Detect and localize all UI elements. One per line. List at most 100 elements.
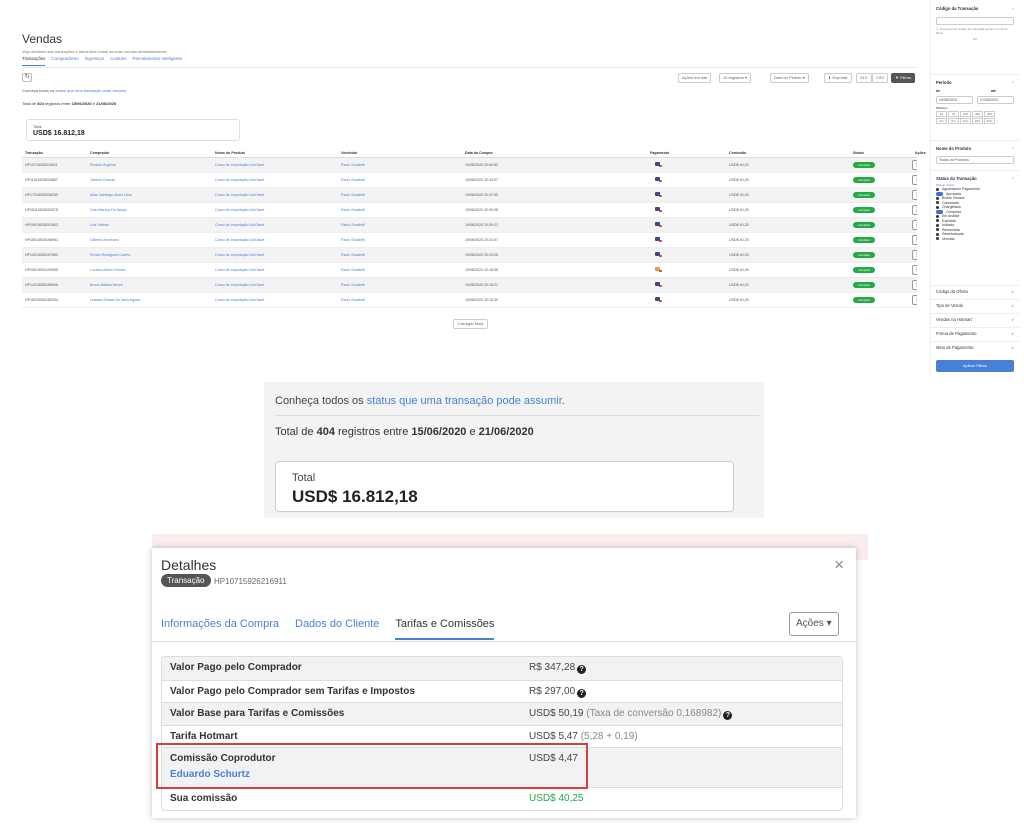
buyer-link[interactable]: Leandro Rafael De Melo Aguiar	[87, 292, 212, 308]
toggle-on-icon[interactable]	[936, 210, 943, 214]
buyer-link[interactable]: Luiz Velloso	[87, 217, 212, 233]
radio-dot-icon[interactable]	[936, 214, 939, 218]
tab-parcelamento[interactable]: Parcelamento Inteligente	[132, 56, 182, 66]
period-chip[interactable]: 30d	[972, 111, 983, 117]
actions-dropdown[interactable]: Ações ▾	[789, 612, 839, 636]
refresh-button[interactable]: ↻	[22, 73, 32, 82]
radio-dot-icon[interactable]	[936, 201, 939, 205]
chevron-up-icon[interactable]: ^	[1012, 176, 1014, 181]
product-link[interactable]: Curso de Importação UniOsset	[212, 292, 338, 308]
product-link[interactable]: Curso de Importação UniOsset	[212, 187, 338, 203]
order-date-select[interactable]: Data do Pedido ▾	[770, 73, 809, 83]
buyer-link[interactable]: Luciano Abreu Gomes	[87, 262, 212, 278]
apply-filters-button[interactable]: Aplicar Filtros	[936, 360, 1014, 372]
period-chip[interactable]: 18m	[972, 118, 983, 124]
status-info-link-zoom[interactable]: status que uma transação pode assumir	[367, 395, 562, 407]
radio-dot-icon[interactable]	[936, 232, 939, 236]
seller-link[interactable]: Paulo Socaletti	[338, 157, 462, 173]
csv-button[interactable]: CSV	[872, 73, 889, 83]
bulk-actions-button[interactable]: Ações em lote	[678, 73, 712, 83]
chevron-down-icon[interactable]: ∨	[1011, 289, 1014, 294]
close-icon[interactable]: ×	[834, 555, 844, 575]
chevron-down-icon[interactable]: ∨	[1011, 317, 1014, 322]
filters-button[interactable]: ▼ Filtros	[891, 73, 915, 83]
tab-informacoes-compra[interactable]: Informações da Compra	[161, 618, 279, 640]
table-row[interactable]: HP10715926216911 Ricardo Argenta Curso de …	[22, 157, 917, 173]
table-row[interactable]: HP17315926208259 Allan Santiago Alves Lim…	[22, 187, 917, 203]
table-row[interactable]: HP18515926198961 Gilberto Anomano Curso de…	[22, 232, 917, 248]
period-chip[interactable]: 15d	[960, 111, 971, 117]
seller-link[interactable]: Paulo Socaletti	[338, 172, 462, 188]
transaction-code-input[interactable]	[936, 17, 1014, 25]
radio-dot-icon[interactable]	[936, 205, 939, 209]
seller-link[interactable]: Paulo Socaletti	[338, 232, 462, 248]
chevron-down-icon[interactable]: ∨	[1011, 303, 1014, 308]
collapsed-filter[interactable]: Meio de Pagamento ∨	[936, 345, 1014, 350]
buyer-link[interactable]: Bruno Batista Neves	[87, 277, 212, 293]
buyer-link[interactable]: Renan Rodrigues Coelho	[87, 247, 212, 263]
row-menu-icon[interactable]: ⋮	[912, 174, 917, 185]
product-link[interactable]: Curso de Importação UniOsset	[212, 202, 338, 218]
seller-link[interactable]: Paulo Socaletti	[338, 202, 462, 218]
buyer-link[interactable]: Yasmin Chavali	[87, 172, 212, 188]
chevron-up-icon[interactable]: ^	[1012, 80, 1014, 85]
chevron-up-icon[interactable]: ^	[1012, 146, 1014, 151]
product-link[interactable]: Curso de Importação UniOsset	[212, 232, 338, 248]
tab-transacoes[interactable]: Transações	[22, 56, 46, 66]
row-menu-icon[interactable]: ⋮	[912, 189, 917, 200]
chevron-down-icon[interactable]: ∨	[1011, 345, 1014, 350]
radio-dot-icon[interactable]	[936, 228, 939, 232]
radio-dot-icon[interactable]	[936, 219, 939, 223]
product-link[interactable]: Curso de Importação UniOsset	[212, 247, 338, 263]
collapsed-filter[interactable]: Tipo de Venda ∨	[936, 303, 1014, 308]
status-option[interactable]: Vencida	[936, 237, 1014, 242]
seller-link[interactable]: Paulo Socaletti	[338, 247, 462, 263]
collapsed-filter[interactable]: Vendas na Hotmart ∨	[936, 317, 1014, 322]
question-icon[interactable]: ?	[577, 665, 587, 674]
table-row[interactable]: HP16915926185394 Leandro Rafael De Melo A…	[22, 292, 917, 308]
tab-cookies[interactable]: Cookies	[110, 56, 126, 66]
records-per-page-select[interactable]: 10 registros ▾	[719, 73, 752, 83]
table-row[interactable]: HP11515926209867 Yasmin Chavali Curso de I…	[22, 172, 917, 188]
period-chip[interactable]: 7d	[948, 111, 959, 117]
period-chip[interactable]: 45d	[984, 111, 995, 117]
table-row[interactable]: HP15615926195365 Luciano Abreu Gomes Curso…	[22, 262, 917, 278]
chevron-up-icon[interactable]: ^	[1012, 6, 1014, 11]
seller-link[interactable]: Paulo Socaletti	[338, 292, 462, 308]
table-row[interactable]: HP19615926201603 Luiz Velloso Curso de Imp…	[22, 217, 917, 233]
buyer-link[interactable]: Ricardo Argenta	[87, 157, 212, 173]
row-menu-icon[interactable]: ⋮	[912, 204, 917, 215]
row-menu-icon[interactable]: ⋮	[912, 219, 917, 230]
product-link[interactable]: Curso de Importação UniOsset	[212, 217, 338, 233]
seller-link[interactable]: Paulo Socaletti	[338, 187, 462, 203]
tab-compradores[interactable]: Compradores	[51, 56, 78, 66]
radio-dot-icon[interactable]	[936, 223, 939, 227]
period-end-input[interactable]: 21/06/2020	[977, 96, 1014, 104]
period-chip[interactable]: 24m	[984, 118, 995, 124]
radio-dot-icon[interactable]	[936, 196, 939, 200]
export-button[interactable]: ⬇ Exportar	[824, 73, 852, 83]
product-link[interactable]: Curso de Importação UniOsset	[212, 172, 338, 188]
load-more-button[interactable]: Carregar Mais	[453, 319, 489, 329]
product-select[interactable]: Todos os Produtos	[936, 156, 1014, 164]
tab-ingressos[interactable]: Ingressos	[85, 56, 105, 66]
radio-dot-icon[interactable]	[936, 237, 939, 241]
buyer-link[interactable]: Gilberto Anomano	[87, 232, 212, 248]
product-link[interactable]: Curso de Importação UniOsset	[212, 262, 338, 278]
product-link[interactable]: Curso de Importação UniOsset	[212, 157, 338, 173]
row-menu-icon[interactable]: ⋮	[912, 279, 917, 290]
tab-tarifas-comissoes[interactable]: Tarifas e Comissões	[395, 618, 495, 640]
collapsed-filter[interactable]: Código da Oferta ∨	[936, 289, 1014, 294]
buyer-link[interactable]: Allan Santiago Alves Lima	[87, 187, 212, 203]
radio-dot-icon[interactable]	[936, 187, 939, 191]
table-row[interactable]: HP14215926189006 Bruno Batista Neves Curso…	[22, 277, 917, 293]
row-menu-icon[interactable]: ⋮	[912, 159, 917, 170]
collapsed-filter[interactable]: Forma de Pagamento ∨	[936, 331, 1014, 336]
question-icon[interactable]: ?	[723, 711, 733, 721]
status-info-link[interactable]: status que uma transação pode assumir	[55, 88, 126, 93]
question-icon[interactable]: ?	[577, 688, 587, 698]
seller-link[interactable]: Paulo Socaletti	[338, 262, 462, 278]
period-start-input[interactable]: 15/06/2020	[936, 96, 973, 104]
table-row[interactable]: HP14015926197852 Renan Rodrigues Coelho Cu…	[22, 247, 917, 263]
row-menu-icon[interactable]: ⋮	[912, 249, 917, 260]
